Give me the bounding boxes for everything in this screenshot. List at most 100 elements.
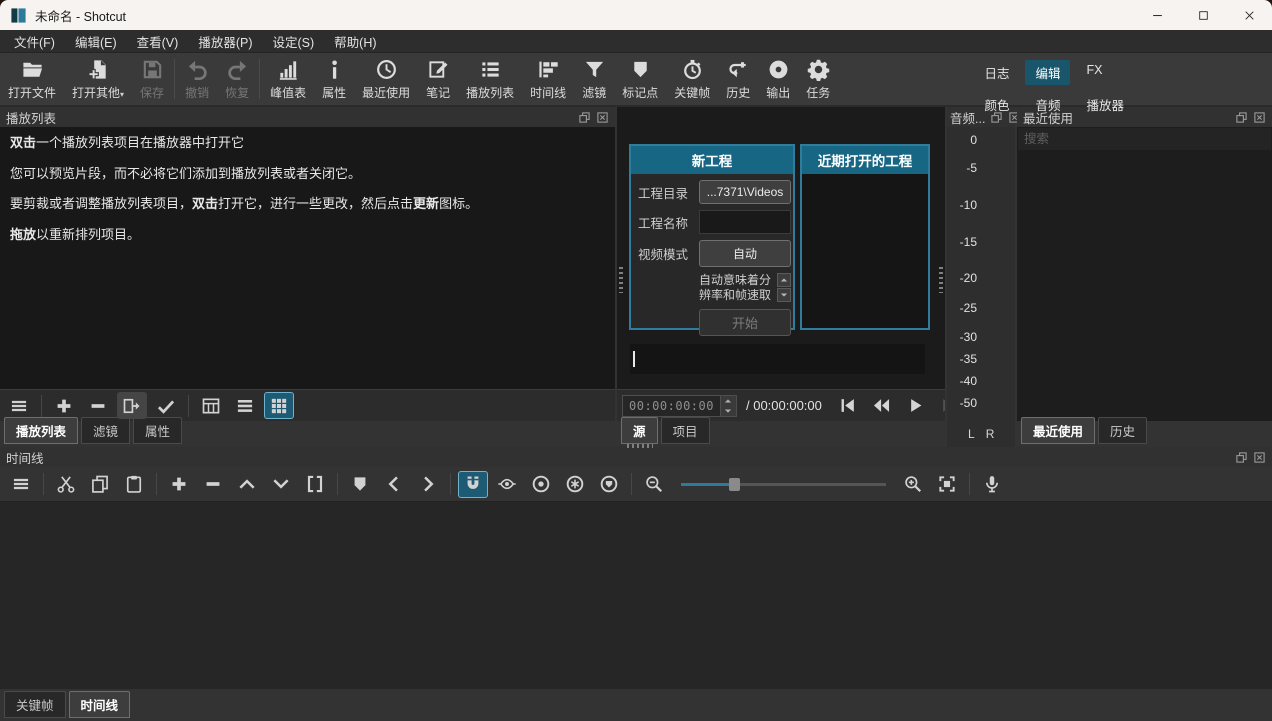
seek-bar[interactable]: [630, 344, 925, 374]
search-input[interactable]: [1018, 128, 1271, 150]
history-button[interactable]: 历史: [718, 54, 758, 105]
split-button[interactable]: [300, 471, 330, 498]
append-button[interactable]: [164, 471, 194, 498]
peak-meter-button[interactable]: 峰值表: [262, 54, 314, 105]
timeline-menu-button[interactable]: [6, 471, 36, 498]
hint-scroll-up-button[interactable]: [777, 273, 791, 287]
recent-projects-list[interactable]: [802, 174, 928, 328]
recent-projects-title: 近期打开的工程: [802, 146, 928, 174]
scrub-while-dragging-toggle[interactable]: [492, 471, 522, 498]
playlist-remove-button[interactable]: [83, 392, 113, 419]
zoom-out-button[interactable]: [639, 471, 669, 498]
rewind-button[interactable]: [872, 396, 891, 415]
close-panel-icon[interactable]: [1253, 451, 1266, 464]
playlist-add-button[interactable]: [49, 392, 79, 419]
start-button[interactable]: 开始: [699, 309, 791, 336]
tile-view-button[interactable]: [230, 392, 260, 419]
layout-logging-button[interactable]: 日志: [974, 60, 1019, 85]
splitter-grip[interactable]: [627, 444, 653, 448]
tab-filters[interactable]: 滤镜: [81, 417, 130, 444]
float-panel-icon[interactable]: [578, 111, 591, 124]
lift-button[interactable]: [232, 471, 262, 498]
project-folder-button[interactable]: ...7371\Videos: [699, 180, 791, 204]
open-other-button[interactable]: 打开其他▾: [64, 54, 132, 105]
timecode-up-button[interactable]: [721, 396, 736, 406]
playlist-update-button[interactable]: [151, 392, 181, 419]
tab-properties[interactable]: 属性: [133, 417, 182, 444]
splitter-grip[interactable]: [619, 267, 623, 293]
timeline-zoom-slider[interactable]: [681, 476, 886, 492]
float-panel-icon[interactable]: [1235, 111, 1248, 124]
copy-button[interactable]: [85, 471, 115, 498]
save-button[interactable]: 保存: [132, 54, 172, 105]
skip-to-start-button[interactable]: [838, 396, 857, 415]
hint-scroll-down-button[interactable]: [777, 288, 791, 302]
filters-button[interactable]: 滤镜: [574, 54, 614, 105]
play-button[interactable]: [906, 396, 925, 415]
zoom-in-button[interactable]: [898, 471, 928, 498]
cut-button[interactable]: [51, 471, 81, 498]
timecode-value[interactable]: 00:00:00:00: [622, 395, 721, 417]
paste-button[interactable]: [119, 471, 149, 498]
marker-button[interactable]: [345, 471, 375, 498]
float-panel-icon[interactable]: [1235, 451, 1248, 464]
timeline-tracks-area[interactable]: [0, 501, 1272, 689]
close-panel-icon[interactable]: [596, 111, 609, 124]
previous-marker-button[interactable]: [379, 471, 409, 498]
grid-view-button[interactable]: [264, 392, 294, 419]
slider-handle[interactable]: [729, 478, 740, 491]
video-mode-button[interactable]: 自动: [699, 240, 791, 267]
markers-button[interactable]: 标记点: [614, 54, 666, 105]
recent-button[interactable]: 最近使用: [354, 54, 418, 105]
snap-toggle[interactable]: [458, 471, 488, 498]
keyframes-button[interactable]: 关键帧: [666, 54, 718, 105]
layout-color-button[interactable]: 颜色: [974, 92, 1019, 117]
layout-fx-button[interactable]: FX: [1076, 60, 1112, 85]
fast-forward-button[interactable]: [940, 396, 945, 415]
tab-source[interactable]: 源: [621, 417, 658, 444]
playlist-button[interactable]: 播放列表: [458, 54, 522, 105]
splitter-grip[interactable]: [939, 267, 943, 293]
redo-button[interactable]: 恢复: [217, 54, 257, 105]
timeline-button[interactable]: 时间线: [522, 54, 574, 105]
overwrite-button[interactable]: [266, 471, 296, 498]
ripple-markers-toggle[interactable]: [594, 471, 624, 498]
undo-button[interactable]: 撤销: [177, 54, 217, 105]
ripple-delete-button[interactable]: [198, 471, 228, 498]
close-button[interactable]: [1226, 0, 1272, 30]
tab-timeline[interactable]: 时间线: [69, 691, 131, 718]
menu-edit[interactable]: 编辑(E): [65, 30, 127, 53]
notes-button[interactable]: 笔记: [418, 54, 458, 105]
open-file-button[interactable]: 打开文件: [0, 54, 64, 105]
playlist-menu-button[interactable]: [4, 392, 34, 419]
record-audio-button[interactable]: [977, 471, 1007, 498]
open-as-clip-button[interactable]: [117, 392, 147, 419]
recent-list[interactable]: [1017, 151, 1272, 421]
ripple-toggle[interactable]: [526, 471, 556, 498]
project-name-input[interactable]: [699, 210, 791, 234]
layout-audio-button[interactable]: 音频: [1025, 92, 1070, 117]
tab-history[interactable]: 历史: [1098, 417, 1147, 444]
export-button[interactable]: 输出: [758, 54, 798, 105]
minimize-button[interactable]: [1134, 0, 1180, 30]
layout-editing-button[interactable]: 编辑: [1025, 60, 1070, 85]
tab-keyframes[interactable]: 关键帧: [4, 691, 66, 718]
next-marker-button[interactable]: [413, 471, 443, 498]
tab-playlist[interactable]: 播放列表: [4, 417, 78, 444]
menu-player[interactable]: 播放器(P): [188, 30, 262, 53]
menu-file[interactable]: 文件(F): [4, 30, 65, 53]
timecode-down-button[interactable]: [721, 406, 736, 416]
maximize-button[interactable]: [1180, 0, 1226, 30]
tab-recent[interactable]: 最近使用: [1021, 417, 1095, 444]
tab-project[interactable]: 项目: [661, 417, 710, 444]
detail-view-button[interactable]: [196, 392, 226, 419]
zoom-fit-button[interactable]: [932, 471, 962, 498]
ripple-all-tracks-toggle[interactable]: [560, 471, 590, 498]
properties-button[interactable]: 属性: [314, 54, 354, 105]
menu-help[interactable]: 帮助(H): [324, 30, 386, 53]
jobs-button[interactable]: 任务: [798, 54, 838, 105]
menu-settings[interactable]: 设定(S): [262, 30, 324, 53]
layout-player-button[interactable]: 播放器: [1076, 92, 1134, 117]
menu-view[interactable]: 查看(V): [127, 30, 189, 53]
close-panel-icon[interactable]: [1253, 111, 1266, 124]
